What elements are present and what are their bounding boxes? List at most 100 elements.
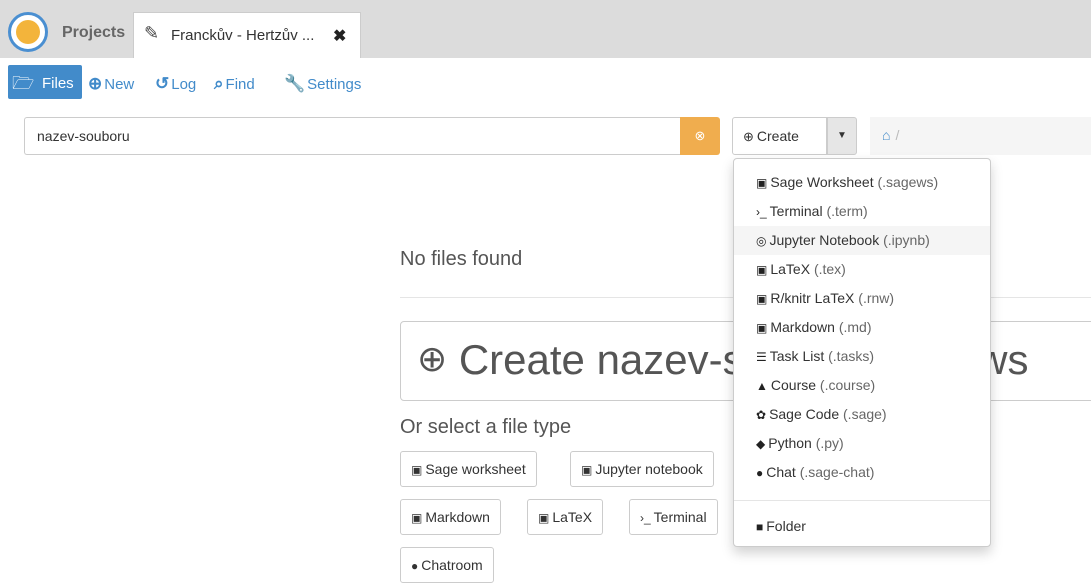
search-input[interactable]: nazev-souboru	[24, 117, 680, 155]
tex-file-icon: ▣	[756, 263, 768, 277]
menu-item-ext: (.sage-chat)	[799, 464, 875, 480]
breadcrumb: ⌂ /	[870, 117, 1091, 155]
terminal-icon: ›_	[640, 511, 651, 525]
menu-item-task-list[interactable]: ☰ Task List (.tasks)	[734, 342, 990, 371]
menu-item-jupyter[interactable]: ◎ Jupyter Notebook (.ipynb)	[734, 226, 990, 255]
close-icon[interactable]: ✖	[333, 26, 346, 46]
menu-item-label: Markdown	[770, 319, 835, 335]
nav-find-label: Find	[225, 76, 255, 93]
menu-item-ext: (.sagews)	[877, 174, 939, 190]
menu-item-label: Python	[768, 435, 812, 451]
file-type-terminal-button[interactable]: ›_ Terminal	[629, 499, 718, 535]
nav-files-label: Files	[42, 75, 74, 92]
caret-down-icon: ▼	[837, 130, 847, 141]
menu-item-folder[interactable]: ■ Folder	[734, 512, 990, 541]
create-dropdown-menu: ▣ Sage Worksheet (.sagews) ›_ Terminal (.t…	[733, 158, 991, 547]
wrench-icon: 🔧	[284, 74, 306, 93]
menu-item-ext: (.sage)	[843, 406, 887, 422]
menu-item-label: Jupyter Notebook	[769, 232, 880, 248]
home-icon[interactable]: ⌂	[882, 127, 890, 143]
file-type-chatroom-button[interactable]: ● Chatroom	[400, 547, 494, 583]
markdown-icon: ▣	[756, 321, 768, 335]
menu-item-course[interactable]: ▲ Course (.course)	[734, 371, 990, 400]
folder-open-icon: 🗁	[12, 73, 35, 93]
menu-item-ext: (.term)	[826, 203, 868, 219]
history-icon: ↺	[155, 74, 170, 93]
menu-item-label: LaTeX	[770, 261, 811, 277]
create-dropdown-toggle[interactable]: ▼	[827, 117, 857, 155]
menu-item-label: Terminal	[769, 203, 823, 219]
file-tab[interactable]: ✎ Franckův - Hertzův ... ✖	[133, 12, 361, 58]
file-type-latex-button[interactable]: ▣ LaTeX	[527, 499, 604, 535]
nav-settings-button[interactable]: 🔧 Settings	[284, 74, 361, 94]
plus-circle-icon: ⊕	[743, 129, 754, 144]
create-button-label: Create	[756, 128, 799, 144]
markdown-icon: ▣	[411, 511, 423, 525]
menu-item-ext: (.tasks)	[828, 348, 875, 364]
file-type-label: LaTeX	[552, 509, 593, 525]
file-type-label: Sage worksheet	[425, 461, 526, 477]
file-type-label: Jupyter notebook	[595, 461, 703, 477]
sage-worksheet-icon: ▣	[411, 463, 423, 477]
tasks-icon: ☰	[756, 350, 767, 364]
menu-item-latex[interactable]: ▣ LaTeX (.tex)	[734, 255, 990, 284]
menu-item-ext: (.ipynb)	[883, 232, 930, 248]
file-type-jupyter-button[interactable]: ▣ Jupyter notebook	[570, 451, 714, 487]
times-circle-icon: ⊗	[694, 128, 706, 143]
logo-center	[16, 20, 40, 44]
menu-item-ext: (.py)	[815, 435, 844, 451]
file-type-label: Chatroom	[421, 557, 483, 573]
menu-item-sage-worksheet[interactable]: ▣ Sage Worksheet (.sagews)	[734, 168, 990, 197]
menu-item-label: Task List	[769, 348, 825, 364]
nav-log-label: Log	[171, 76, 197, 93]
menu-item-label: Folder	[766, 518, 806, 534]
plus-circle-icon: ⊕	[88, 74, 103, 93]
cocalc-logo-icon[interactable]	[8, 12, 48, 52]
menu-item-python[interactable]: ◆ Python (.py)	[734, 429, 990, 458]
file-type-sage-worksheet-button[interactable]: ▣ Sage worksheet	[400, 451, 537, 487]
nav-log-button[interactable]: ↺ Log	[155, 74, 196, 94]
graduation-cap-icon: ▲	[756, 379, 768, 393]
sage-worksheet-icon: ▣	[756, 176, 768, 190]
python-icon: ◆	[756, 437, 766, 451]
edit-icon: ✎	[144, 23, 160, 43]
menu-item-sage-code[interactable]: ✿ Sage Code (.sage)	[734, 400, 990, 429]
sage-code-icon: ✿	[756, 408, 767, 422]
file-type-label: Terminal	[653, 509, 707, 525]
terminal-icon: ›_	[756, 205, 767, 219]
menu-item-label: Course	[770, 377, 817, 393]
jupyter-icon: ▣	[581, 463, 593, 477]
tex-file-icon: ▣	[538, 511, 550, 525]
menu-divider	[734, 500, 990, 501]
menu-item-markdown[interactable]: ▣ Markdown (.md)	[734, 313, 990, 342]
menu-item-label: R/knitr LaTeX	[770, 290, 855, 306]
nav-files-button[interactable]: 🗁 Files	[8, 65, 82, 99]
menu-item-label: Sage Worksheet	[770, 174, 874, 190]
search-icon: ⌕	[214, 74, 224, 93]
menu-item-rknitr[interactable]: ▣ R/knitr LaTeX (.rnw)	[734, 284, 990, 313]
top-bar: Projects ✎ Franckův - Hertzův ... ✖	[0, 0, 1091, 58]
menu-item-chat[interactable]: ● Chat (.sage-chat)	[734, 458, 990, 487]
chat-bubble-icon: ●	[411, 559, 419, 573]
create-button[interactable]: ⊕ Create	[732, 117, 827, 155]
menu-item-ext: (.tex)	[813, 261, 846, 277]
plus-circle-icon: ⊕	[417, 338, 448, 379]
jupyter-icon: ◎	[756, 234, 767, 248]
file-tab-title: Franckův - Hertzův ...	[171, 27, 315, 44]
nav-new-label: New	[104, 76, 135, 93]
menu-item-ext: (.md)	[838, 319, 872, 335]
chat-bubble-icon: ●	[756, 466, 764, 480]
nav-new-button[interactable]: ⊕ New	[88, 74, 134, 94]
no-files-message: No files found	[400, 248, 523, 270]
clear-search-button[interactable]: ⊗	[680, 117, 720, 155]
select-file-type-heading: Or select a file type	[400, 416, 572, 438]
tex-file-icon: ▣	[756, 292, 768, 306]
menu-item-terminal[interactable]: ›_ Terminal (.term)	[734, 197, 990, 226]
projects-tab[interactable]: Projects	[62, 24, 125, 42]
folder-icon: ■	[756, 520, 764, 534]
nav-settings-label: Settings	[307, 76, 362, 93]
file-type-markdown-button[interactable]: ▣ Markdown	[400, 499, 501, 535]
nav-find-button[interactable]: ⌕ Find	[214, 74, 255, 94]
file-type-label: Markdown	[425, 509, 490, 525]
menu-item-label: Sage Code	[769, 406, 840, 422]
